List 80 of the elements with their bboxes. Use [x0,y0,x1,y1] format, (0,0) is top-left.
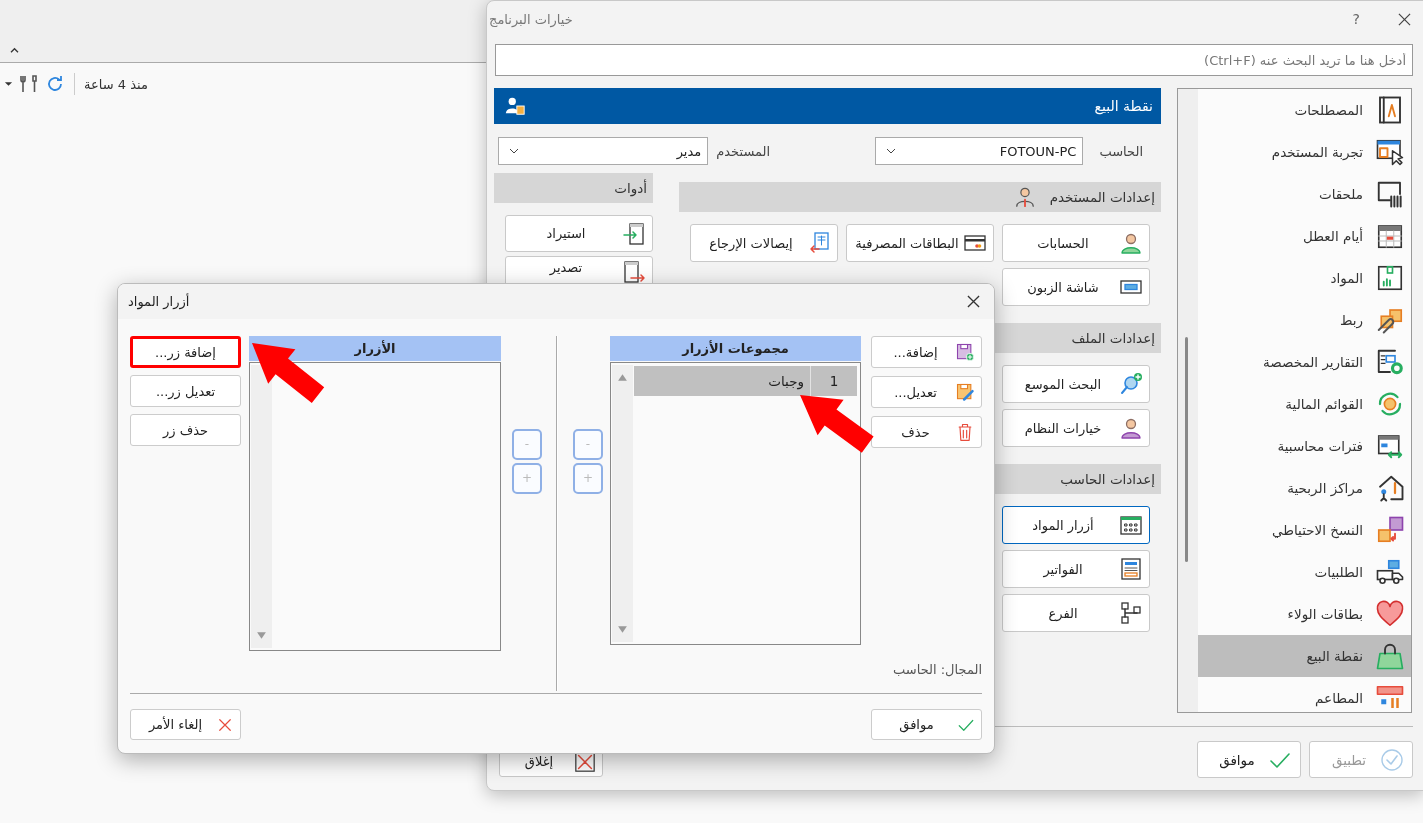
category-item[interactable]: النسخ الاحتياطي [1198,509,1411,551]
category-item[interactable]: فترات محاسبية [1198,425,1411,467]
chevron-up-icon[interactable] [9,47,20,54]
document-icon [1119,557,1143,581]
scrollbar[interactable] [1178,89,1198,712]
category-item[interactable]: تجربة المستخدم [1198,131,1411,173]
truck-icon [1375,557,1405,587]
shopping-bag-icon [1375,641,1405,671]
chevron-down-icon [509,148,519,154]
floppy-plus-icon [955,342,975,362]
search-plus-icon [1119,372,1143,396]
close-icon[interactable] [967,295,980,308]
window-title: خيارات البرنامج [489,11,573,27]
category-item[interactable]: المطاعم [1198,677,1411,712]
person-tie-icon [1013,186,1036,208]
section-title: إعدادات الحاسب [1060,471,1155,487]
dialog-button[interactable]: تعديل زر... [130,375,241,407]
import-icon [622,221,646,246]
dialog-button[interactable]: إضافة زر... [130,336,241,368]
dialog-button[interactable]: تعديل... [871,376,982,408]
help-button[interactable]: ? [1352,11,1360,27]
dialog-button[interactable]: إضافة... [871,336,982,368]
category-item[interactable]: ملحقات [1198,173,1411,215]
table-cell-text: وجبات [768,373,805,389]
branch-icon [1119,601,1143,625]
category-item[interactable]: بطاقات الولاء [1198,593,1411,635]
settings-button[interactable]: الحسابات [1002,224,1150,262]
scope-label: المجال: الحاسب [893,662,982,677]
section-title: أدوات [614,180,647,196]
person-icon [1119,416,1143,440]
grid-icon [1119,513,1143,537]
category-item[interactable]: القوائم المالية [1198,383,1411,425]
cancel-button[interactable]: إلغاء الأمر [130,709,241,740]
floppy-pencil-icon [955,382,975,402]
list-header: مجموعات الأزرار [610,336,861,361]
heart-icon [1375,599,1405,629]
settings-button[interactable]: البحث الموسع [1002,365,1150,403]
last-update-text: منذ 4 ساعة [84,76,148,92]
category-item[interactable]: مراكز الربحية [1198,467,1411,509]
box-icon [1375,263,1405,293]
category-item[interactable]: المواد [1198,257,1411,299]
window-cursor-icon [1375,137,1405,167]
person-icon [1119,231,1143,255]
dropdown[interactable]: FOTOUN-PC [875,137,1084,165]
category-item[interactable]: الطلبيات [1198,551,1411,593]
settings-button[interactable]: البطاقات المصرفية [846,224,994,262]
section-title: إعدادات الملف [1071,330,1155,346]
report-gear-icon [1375,347,1405,377]
panel-title: نقطة البيع [1094,98,1153,114]
list-header: الأزرار [249,336,501,361]
person-database-icon [504,95,526,117]
dialog-button[interactable]: موافق [1197,741,1301,778]
dialog-button[interactable]: حذف [871,416,982,448]
category-item[interactable]: التقارير المخصصة [1198,341,1411,383]
tools-icon[interactable] [19,74,39,94]
field-label: المستخدم [716,143,771,159]
settings-button[interactable]: خيارات النظام [1002,409,1150,447]
category-item[interactable]: أيام العطل [1198,215,1411,257]
tool-button[interactable]: استيراد [505,215,653,252]
chevron-down-icon [886,148,897,154]
category-item[interactable]: نقطة البيع [1198,635,1411,677]
refresh-icon[interactable] [45,74,65,94]
settings-button[interactable]: شاشة الزبون [1002,268,1150,306]
ok-button[interactable]: موافق [871,709,982,740]
field-label: الحاسب [1099,143,1143,159]
close-icon[interactable] [1398,12,1411,26]
section-title: إعدادات المستخدم [1049,189,1155,205]
caret-down-icon[interactable] [4,81,13,87]
window-title: أزرار المواد [128,294,190,309]
settings-button[interactable]: أزرار المواد [1002,506,1150,544]
monitor-barcode-icon [1375,179,1405,209]
dropdown[interactable]: مدير [498,137,709,165]
dialog-button[interactable]: حذف زر [130,414,241,446]
category-item[interactable]: المصطلحات [1198,89,1411,131]
settings-button[interactable]: الفرع [1002,594,1150,632]
check-icon [1380,747,1404,772]
category-item[interactable]: ربط [1198,299,1411,341]
receipt-icon [807,231,831,255]
settings-button[interactable]: إيصالات الإرجاع [690,224,838,262]
settings-button[interactable]: الفواتير [1002,550,1150,588]
